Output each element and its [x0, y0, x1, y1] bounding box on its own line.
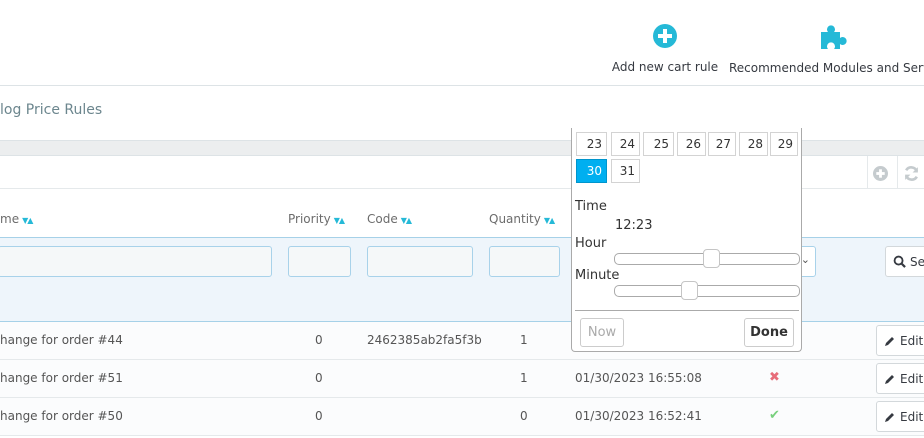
edit-button[interactable]: Edit — [876, 325, 924, 356]
sort-icon[interactable]: ▼▲ — [334, 216, 345, 225]
day-cell[interactable]: 29 — [770, 132, 798, 156]
cell-name: hange for order #50 — [0, 409, 123, 423]
hour-slider[interactable] — [614, 249, 800, 268]
filter-quantity-input[interactable] — [489, 246, 560, 277]
done-button[interactable]: Done — [744, 318, 794, 347]
hour-label: Hour — [575, 236, 607, 251]
cell-quantity: 1 — [520, 371, 528, 385]
cell-priority: 0 — [315, 371, 323, 385]
filter-name-input[interactable] — [0, 246, 272, 277]
plus-circle-icon — [653, 24, 677, 48]
column-quantity[interactable]: Quantity ▼▲ — [489, 212, 555, 226]
time-label: Time — [575, 199, 607, 214]
table-row[interactable]: hange for order #50 0 0 01/30/2023 16:52… — [0, 398, 924, 436]
minute-slider[interactable] — [614, 281, 800, 300]
cell-priority: 0 — [315, 409, 323, 423]
pencil-icon — [885, 374, 894, 384]
cell-name: hange for order #51 — [0, 371, 123, 385]
recommended-modules-button[interactable]: Recommended Modules and Servic — [729, 24, 924, 76]
sort-icon[interactable]: ▼▲ — [22, 216, 33, 225]
day-cell[interactable]: 27 — [708, 132, 736, 156]
filter-priority-input[interactable] — [288, 246, 351, 277]
hour-slider-handle[interactable] — [703, 249, 721, 268]
day-cell-selected[interactable]: 30 — [576, 159, 607, 183]
day-cell[interactable]: 31 — [611, 159, 640, 183]
day-cell[interactable]: 26 — [677, 132, 706, 156]
table-row[interactable]: hange for order #51 0 1 01/30/2023 16:55… — [0, 360, 924, 398]
now-button[interactable]: Now — [580, 318, 624, 347]
day-cell[interactable]: 24 — [611, 132, 640, 156]
cell-code: 2462385ab2fa5f3b — [367, 333, 482, 347]
day-cell[interactable]: 25 — [643, 132, 674, 156]
edit-button[interactable]: Edit — [876, 363, 924, 394]
day-cell[interactable]: 23 — [576, 132, 607, 156]
cell-quantity: 0 — [520, 409, 528, 423]
cell-expiration-date: 01/30/2023 16:52:41 — [575, 409, 702, 423]
recommended-modules-label: Recommended Modules and Servic — [729, 61, 924, 75]
cell-name: hange for order #44 — [0, 333, 123, 347]
minute-slider-handle[interactable] — [680, 281, 698, 300]
time-value: 12:23 — [615, 218, 653, 233]
datetime-picker: 23 24 25 26 27 28 29 30 31 Time 12:23 Hour Minut… — [571, 128, 802, 352]
cross-icon[interactable]: ✖ — [769, 370, 780, 385]
sort-icon[interactable]: ▼▲ — [544, 216, 555, 225]
cell-quantity: 1 — [520, 333, 528, 347]
search-icon — [893, 255, 906, 268]
add-cart-rule-button[interactable]: Add new cart rule — [610, 24, 720, 76]
minute-label: Minute — [575, 268, 620, 283]
pencil-icon — [885, 336, 894, 346]
check-icon[interactable]: ✔ — [769, 408, 780, 423]
column-name[interactable]: me ▼▲ — [0, 212, 33, 226]
filter-code-input[interactable] — [367, 246, 473, 277]
sort-icon[interactable]: ▼▲ — [401, 216, 412, 225]
add-cart-rule-label: Add new cart rule — [611, 60, 719, 74]
cell-expiration-date: 01/30/2023 16:55:08 — [575, 371, 702, 385]
day-cell[interactable]: 28 — [739, 132, 768, 156]
cell-priority: 0 — [315, 333, 323, 347]
search-button[interactable]: Se — [885, 246, 924, 277]
chevron-down-icon: ⌄ — [800, 253, 810, 266]
refresh-icon[interactable] — [903, 165, 920, 182]
tab-catalog-price-rules[interactable]: log Price Rules — [0, 102, 102, 118]
plus-circle-icon[interactable] — [873, 166, 888, 181]
column-priority[interactable]: Priority ▼▲ — [288, 212, 345, 226]
column-code[interactable]: Code ▼▲ — [367, 212, 412, 226]
puzzle-icon — [821, 25, 847, 49]
edit-button[interactable]: Edit — [876, 401, 924, 432]
pencil-icon — [885, 412, 894, 422]
